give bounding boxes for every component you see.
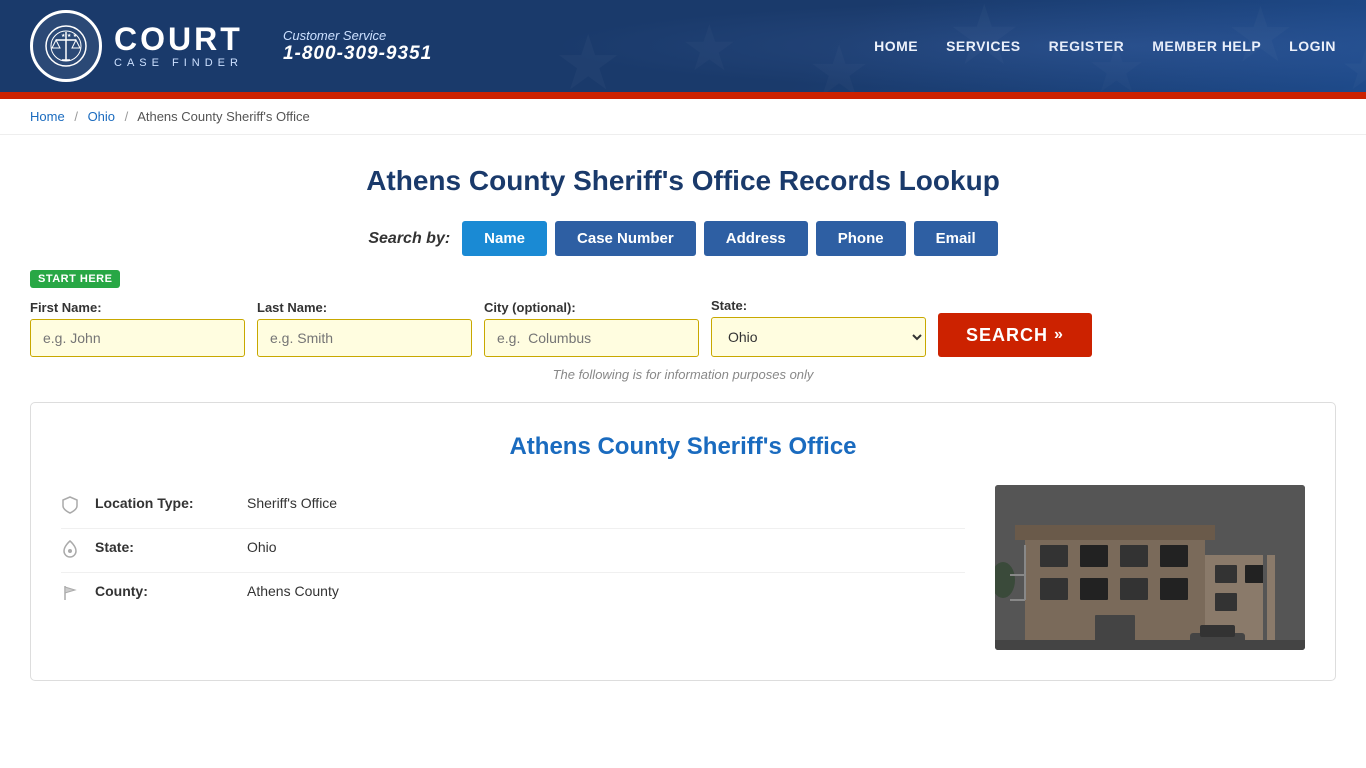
logo-case-finder-text: CASE FINDER [114, 57, 243, 69]
building-image [995, 485, 1305, 650]
flag-icon [61, 584, 83, 606]
location-type-value: Sheriff's Office [247, 495, 337, 511]
svg-text:★: ★ [554, 21, 622, 92]
state-key: State: [95, 539, 235, 555]
nav-register[interactable]: REGISTER [1049, 38, 1125, 54]
map-icon [61, 540, 83, 562]
city-field: City (optional): [484, 300, 699, 357]
svg-text:★ ★ ★: ★ ★ ★ [61, 33, 78, 39]
start-here-badge: START HERE [30, 270, 120, 288]
search-by-label: Search by: [368, 230, 450, 248]
last-name-field: Last Name: [257, 300, 472, 357]
tab-address[interactable]: Address [704, 221, 808, 256]
tab-phone[interactable]: Phone [816, 221, 906, 256]
customer-service-label: Customer Service [283, 28, 432, 43]
location-type-key: Location Type: [95, 495, 235, 511]
breadcrumb-sep-2: / [125, 109, 129, 124]
main-content: Athens County Sheriff's Office Records L… [0, 135, 1366, 681]
nav-member-help[interactable]: MEMBER HELP [1152, 38, 1261, 54]
search-form: First Name: Last Name: City (optional): … [30, 298, 1336, 357]
breadcrumb-sep-1: / [74, 109, 78, 124]
tab-name[interactable]: Name [462, 221, 547, 256]
form-container: START HERE First Name: Last Name: City (… [30, 274, 1336, 357]
breadcrumb: Home / Ohio / Athens County Sheriff's Of… [0, 99, 1366, 135]
county-key: County: [95, 583, 235, 599]
nav-login[interactable]: LOGIN [1289, 38, 1336, 54]
info-card-body: Location Type: Sheriff's Office State: O… [61, 485, 1305, 650]
customer-service-phone: 1-800-309-9351 [283, 43, 432, 64]
tab-email[interactable]: Email [914, 221, 998, 256]
red-bar [0, 92, 1366, 99]
first-name-label: First Name: [30, 300, 245, 315]
page-title: Athens County Sheriff's Office Records L… [30, 165, 1336, 197]
shield-icon [61, 496, 83, 518]
search-button[interactable]: SEARCH » [938, 313, 1092, 357]
logo-court-text: COURT [114, 23, 243, 55]
logo-circle: ★ ★ ★ [30, 10, 102, 82]
svg-text:★: ★ [808, 32, 871, 92]
info-card-title: Athens County Sheriff's Office [61, 433, 1305, 461]
breadcrumb-current: Athens County Sheriff's Office [137, 109, 310, 124]
info-row-location-type: Location Type: Sheriff's Office [61, 485, 965, 529]
last-name-input[interactable] [257, 319, 472, 357]
info-fields: Location Type: Sheriff's Office State: O… [61, 485, 965, 616]
search-button-label: SEARCH [966, 325, 1048, 346]
tab-case-number[interactable]: Case Number [555, 221, 696, 256]
city-label: City (optional): [484, 300, 699, 315]
logo-emblem-icon: ★ ★ ★ [44, 24, 88, 68]
info-row-county: County: Athens County [61, 573, 965, 616]
nav-home[interactable]: HOME [874, 38, 918, 54]
state-select[interactable]: AlabamaAlaskaArizonaArkansas CaliforniaC… [711, 317, 926, 357]
search-by-row: Search by: Name Case Number Address Phon… [30, 221, 1336, 256]
site-header: ★ ★ ★ ★ ★ ★ ★ ★ ★ ★ COURT CASE FINDER [0, 0, 1366, 92]
search-chevrons-icon: » [1054, 326, 1064, 344]
breadcrumb-state[interactable]: Ohio [88, 109, 115, 124]
last-name-label: Last Name: [257, 300, 472, 315]
nav-services[interactable]: SERVICES [946, 38, 1021, 54]
info-row-state: State: Ohio [61, 529, 965, 573]
svg-text:★: ★ [1341, 38, 1366, 92]
info-note: The following is for information purpose… [30, 367, 1336, 382]
svg-text:★: ★ [681, 14, 738, 84]
customer-service: Customer Service 1-800-309-9351 [283, 28, 432, 65]
state-value: Ohio [247, 539, 277, 555]
first-name-field: First Name: [30, 300, 245, 357]
main-nav: HOME SERVICES REGISTER MEMBER HELP LOGIN [874, 38, 1336, 54]
state-label: State: [711, 298, 926, 313]
info-card: Athens County Sheriff's Office Location … [30, 402, 1336, 681]
state-field: State: AlabamaAlaskaArizonaArkansas Cali… [711, 298, 926, 357]
breadcrumb-home[interactable]: Home [30, 109, 65, 124]
logo: ★ ★ ★ COURT CASE FINDER [30, 10, 243, 82]
county-value: Athens County [247, 583, 339, 599]
city-input[interactable] [484, 319, 699, 357]
logo-text: COURT CASE FINDER [114, 23, 243, 69]
first-name-input[interactable] [30, 319, 245, 357]
